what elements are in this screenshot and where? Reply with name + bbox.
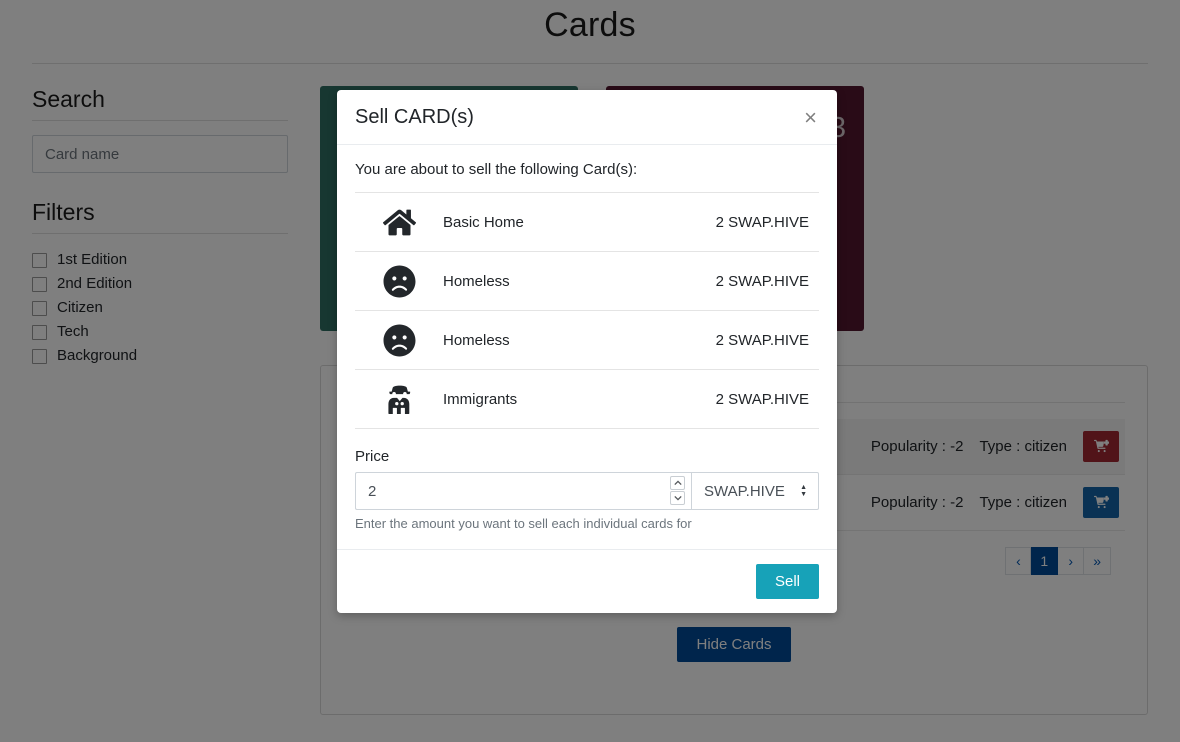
stepper-down-icon[interactable] [670, 491, 685, 505]
card-price: 2 SWAP.HIVE [715, 272, 809, 290]
card-name: Homeless [443, 272, 510, 290]
card-price: 2 SWAP.HIVE [715, 213, 809, 231]
frowning-face-icon [355, 265, 443, 298]
price-label: Price [355, 448, 390, 465]
stepper-up-icon[interactable] [670, 476, 685, 490]
price-help-text: Enter the amount you want to sell each i… [355, 516, 692, 531]
frowning-face-icon [355, 324, 443, 357]
list-item: Homeless 2 SWAP.HIVE [355, 311, 819, 370]
card-price: 2 SWAP.HIVE [715, 331, 809, 349]
modal-header: Sell CARD(s) × [337, 90, 837, 145]
list-item: Immigrants 2 SWAP.HIVE [355, 370, 819, 429]
modal-title: Sell CARD(s) [355, 106, 474, 128]
sell-button[interactable]: Sell [755, 564, 819, 599]
sell-cards-modal: Sell CARD(s) × You are about to sell the… [337, 90, 837, 613]
modal-body: You are about to sell the following Card… [337, 145, 837, 549]
currency-select[interactable]: SWAP.HIVE [691, 472, 819, 510]
price-input[interactable] [355, 472, 691, 510]
card-name: Basic Home [443, 213, 524, 231]
modal-footer: Sell [337, 549, 837, 613]
list-item: Basic Home 2 SWAP.HIVE [355, 193, 819, 252]
home-icon [355, 206, 443, 239]
price-input-group: SWAP.HIVE ▲▼ [355, 472, 819, 510]
list-item: Homeless 2 SWAP.HIVE [355, 252, 819, 311]
quantity-stepper[interactable] [670, 476, 685, 505]
currency-select-wrap: SWAP.HIVE ▲ ▼ [691, 472, 819, 510]
close-icon[interactable]: × [802, 106, 819, 129]
sell-card-list: Basic Home 2 SWAP.HIVE Homeless 2 SWAP.H… [355, 192, 819, 429]
price-input-wrap [355, 472, 691, 510]
card-name: Homeless [443, 331, 510, 349]
spy-icon [355, 383, 443, 416]
card-name: Immigrants [443, 390, 518, 408]
card-price: 2 SWAP.HIVE [715, 390, 809, 408]
modal-lead-text: You are about to sell the following Card… [355, 161, 638, 178]
